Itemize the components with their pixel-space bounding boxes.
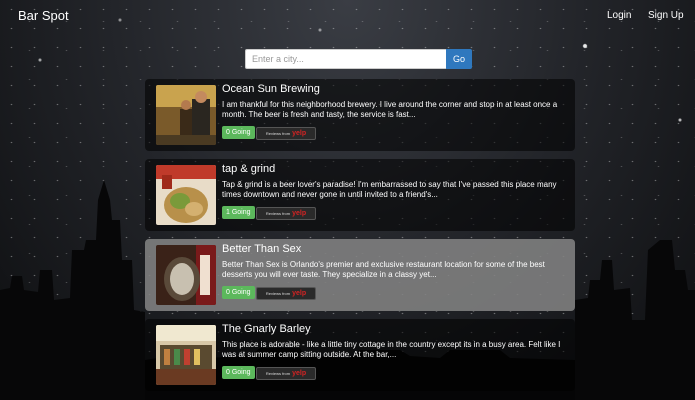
city-search-form: Go xyxy=(245,49,472,69)
going-button[interactable]: 0 Going xyxy=(222,286,255,299)
yelp-reviews-badge[interactable]: Reviews from yelp xyxy=(256,207,316,220)
bar-card[interactable]: Ocean Sun Brewing I am thankful for this… xyxy=(145,79,575,151)
bar-thumbnail-image[interactable] xyxy=(156,165,216,225)
yelp-logo-icon: yelp xyxy=(292,370,307,377)
bar-title[interactable]: Better Than Sex xyxy=(222,243,301,255)
signup-link[interactable]: Sign Up xyxy=(648,10,684,21)
bar-title[interactable]: The Gnarly Barley xyxy=(222,323,311,335)
search-go-button[interactable]: Go xyxy=(446,49,472,69)
bar-card[interactable]: Better Than Sex Better Than Sex is Orlan… xyxy=(145,239,575,311)
yelp-logo-icon: yelp xyxy=(292,290,307,297)
city-search-input[interactable] xyxy=(245,49,446,69)
reviews-from-label: Reviews from xyxy=(265,211,291,216)
yelp-logo-icon: yelp xyxy=(292,210,307,217)
reviews-from-label: Reviews from xyxy=(265,291,291,296)
bar-results-list: Ocean Sun Brewing I am thankful for this… xyxy=(145,79,575,399)
bar-review-snippet: I am thankful for this neighborhood brew… xyxy=(222,100,558,119)
going-button[interactable]: 1 Going xyxy=(222,206,255,219)
yelp-logo-icon: yelp xyxy=(292,130,307,137)
going-button[interactable]: 0 Going xyxy=(222,366,255,379)
bar-thumbnail-image[interactable] xyxy=(156,325,216,385)
bar-card[interactable]: tap & grind Tap & grind is a beer lover'… xyxy=(145,159,575,231)
bar-review-snippet: Better Than Sex is Orlando's premier and… xyxy=(222,260,545,279)
going-button[interactable]: 0 Going xyxy=(222,126,255,139)
bar-review-snippet: This place is adorable - like a little t… xyxy=(222,340,561,359)
bar-title[interactable]: tap & grind xyxy=(222,163,275,175)
reviews-from-label: Reviews from xyxy=(265,371,291,376)
brand-logo-link[interactable]: Bar Spot xyxy=(18,8,69,23)
reviews-from-label: Reviews from xyxy=(265,131,291,136)
bar-thumbnail-image[interactable] xyxy=(156,245,216,305)
yelp-reviews-badge[interactable]: Reviews from yelp xyxy=(256,127,316,140)
top-navbar: Bar Spot Login Sign Up xyxy=(0,0,695,32)
yelp-reviews-badge[interactable]: Reviews from yelp xyxy=(256,367,316,380)
bar-card[interactable]: The Gnarly Barley This place is adorable… xyxy=(145,319,575,391)
bar-thumbnail-image[interactable] xyxy=(156,85,216,145)
yelp-reviews-badge[interactable]: Reviews from yelp xyxy=(256,287,316,300)
bar-review-snippet: Tap & grind is a beer lover's paradise! … xyxy=(222,180,557,199)
bar-title[interactable]: Ocean Sun Brewing xyxy=(222,83,320,95)
login-link[interactable]: Login xyxy=(607,10,631,21)
